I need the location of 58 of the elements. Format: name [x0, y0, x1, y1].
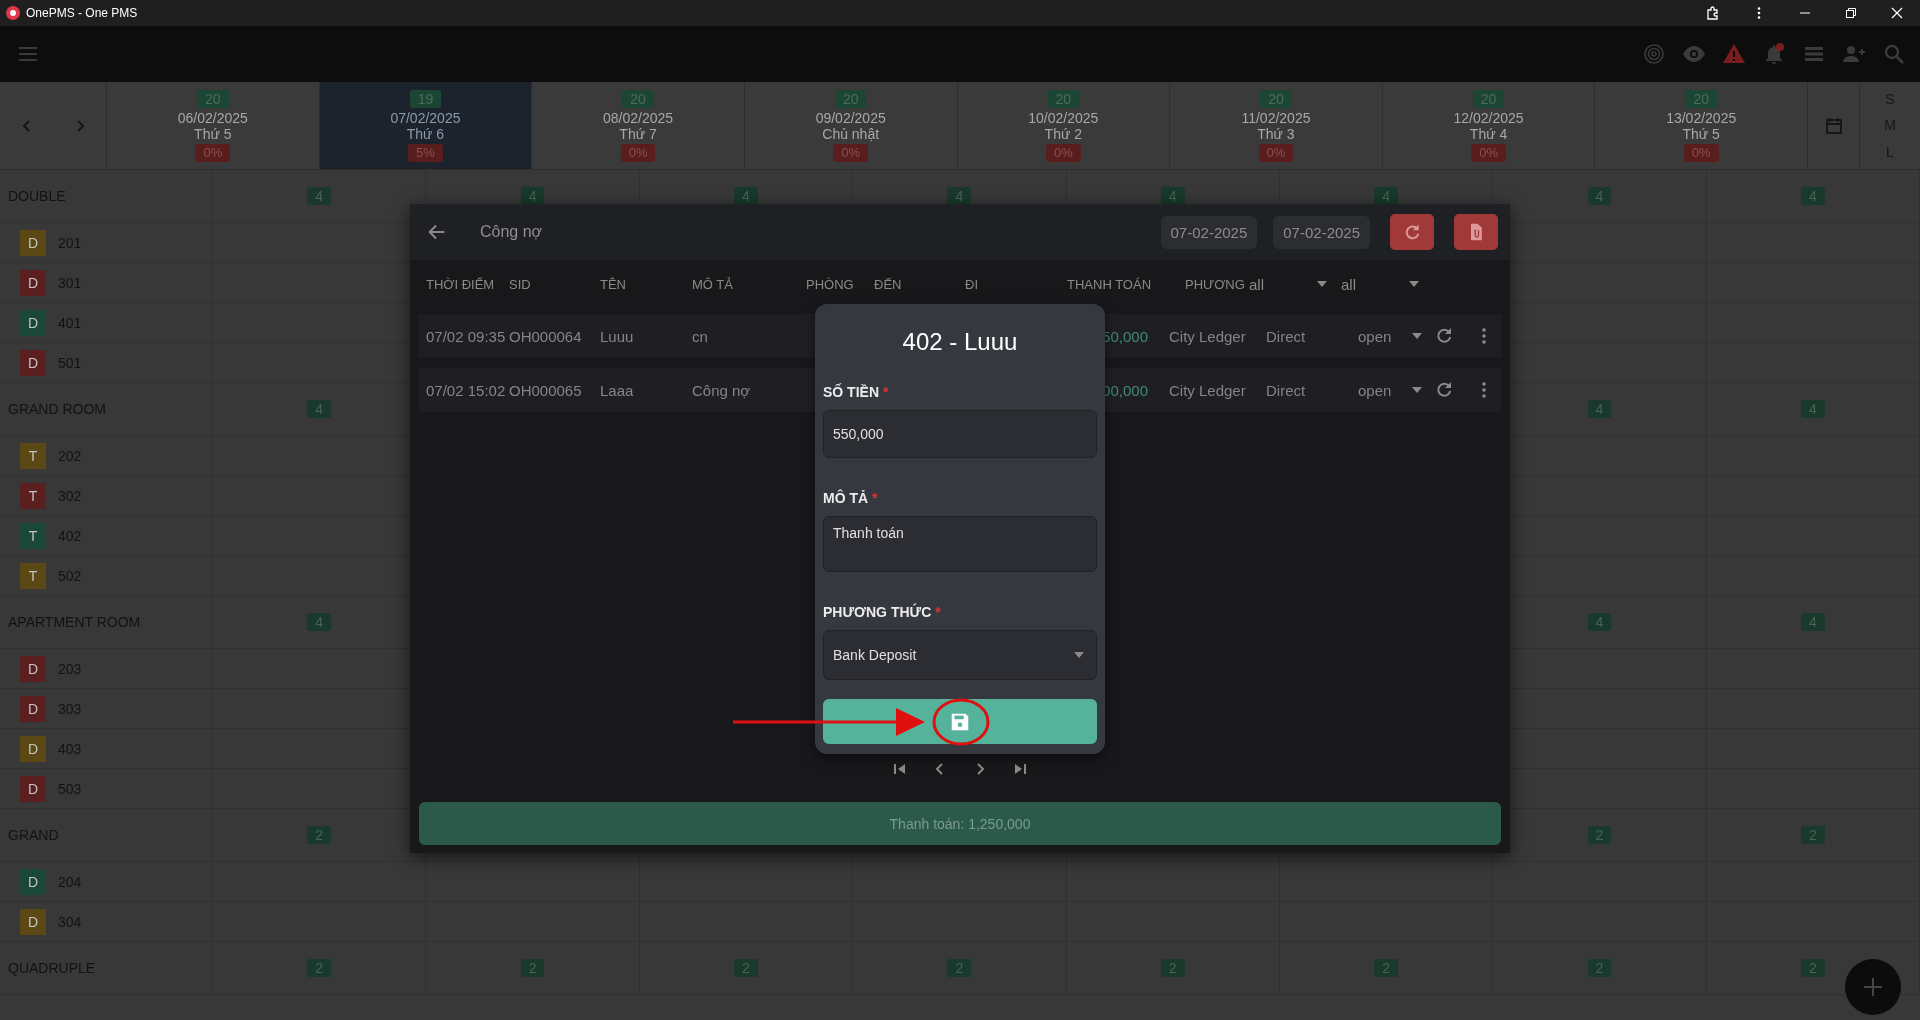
- window-title: OnePMS - One PMS: [26, 6, 138, 20]
- weekday-text: Thứ 3: [1257, 125, 1295, 142]
- weekday-text: Thứ 5: [1682, 125, 1720, 142]
- weekday-text: Thứ 2: [1044, 125, 1082, 142]
- room-type-badge: D: [20, 908, 46, 935]
- table-cell-text: 07/02 09:35: [426, 327, 507, 345]
- room-type-badge: D: [20, 695, 46, 722]
- table-cell-text: Direct: [1266, 327, 1307, 345]
- table-cell-text: City Ledger: [1169, 381, 1247, 399]
- room-type-badge: D: [20, 229, 46, 256]
- room-type-badge: D: [20, 349, 46, 376]
- column-header: PHƯƠNG: [1185, 276, 1246, 292]
- room-type-badge: T: [20, 522, 46, 549]
- date-text: 13/02/2025: [1666, 109, 1737, 126]
- column-header: THỜI ĐIỂM: [426, 276, 496, 292]
- room-type-badge: T: [20, 442, 46, 469]
- weekday-text: Thứ 7: [619, 125, 657, 142]
- table-cell-text: 07/02 15:02: [426, 381, 507, 399]
- weekday-text: Thứ 6: [406, 125, 445, 142]
- room-type-badge: D: [20, 868, 46, 895]
- room-type-badge: D: [20, 655, 46, 682]
- table-cell-text: City Ledger: [1169, 327, 1247, 345]
- room-type-badge: T: [20, 562, 46, 589]
- date-text: 12/02/2025: [1453, 109, 1524, 126]
- date-text: 09/02/2025: [815, 109, 886, 126]
- column-header: THANH TOÁN: [1067, 276, 1153, 292]
- room-type-badge: D: [20, 775, 46, 802]
- room-type-badge: D: [20, 269, 46, 296]
- weekday-text: Chủ nhật: [822, 125, 880, 142]
- weekday-text: Thứ 5: [194, 125, 232, 142]
- total-bar: Thanh toán: 1,250,000: [419, 802, 1501, 845]
- table-cell-text: OH000064: [509, 327, 583, 345]
- field-label: MÔ TẢ *: [823, 490, 879, 506]
- date-text: 06/02/2025: [177, 109, 248, 126]
- table-cell-text: cn: [692, 327, 709, 345]
- field-label: SỐ TIỀN *: [823, 384, 890, 400]
- panel-title: Công nợ: [480, 223, 544, 241]
- date-text: 07/02/2025: [390, 109, 461, 126]
- table-cell-text: Laaa: [600, 381, 635, 399]
- table-cell-text: Direct: [1266, 381, 1307, 399]
- date-text: 11/02/2025: [1241, 109, 1311, 126]
- column-header: ĐẾN: [874, 276, 903, 292]
- room-type-badge: D: [20, 309, 46, 336]
- date-text: 10/02/2025: [1028, 109, 1099, 126]
- column-header: ĐI: [965, 276, 979, 292]
- column-header: PHÒNG: [806, 276, 855, 292]
- table-cell-text: Công nợ: [692, 381, 752, 399]
- column-header: SID: [509, 276, 532, 292]
- column-header: TÊN: [600, 276, 627, 292]
- dialog-title: 402 - Luuu: [901, 328, 1019, 356]
- room-type-badge: D: [20, 735, 46, 762]
- room-type-badge: T: [20, 482, 46, 509]
- table-cell-text: Luuu: [600, 327, 635, 345]
- field-label: PHƯƠNG THỨC *: [823, 604, 942, 620]
- weekday-text: Thứ 4: [1469, 125, 1508, 142]
- column-header: MÔ TẢ: [692, 276, 734, 292]
- table-cell-text: OH000065: [509, 381, 583, 399]
- date-text: 08/02/2025: [603, 109, 674, 126]
